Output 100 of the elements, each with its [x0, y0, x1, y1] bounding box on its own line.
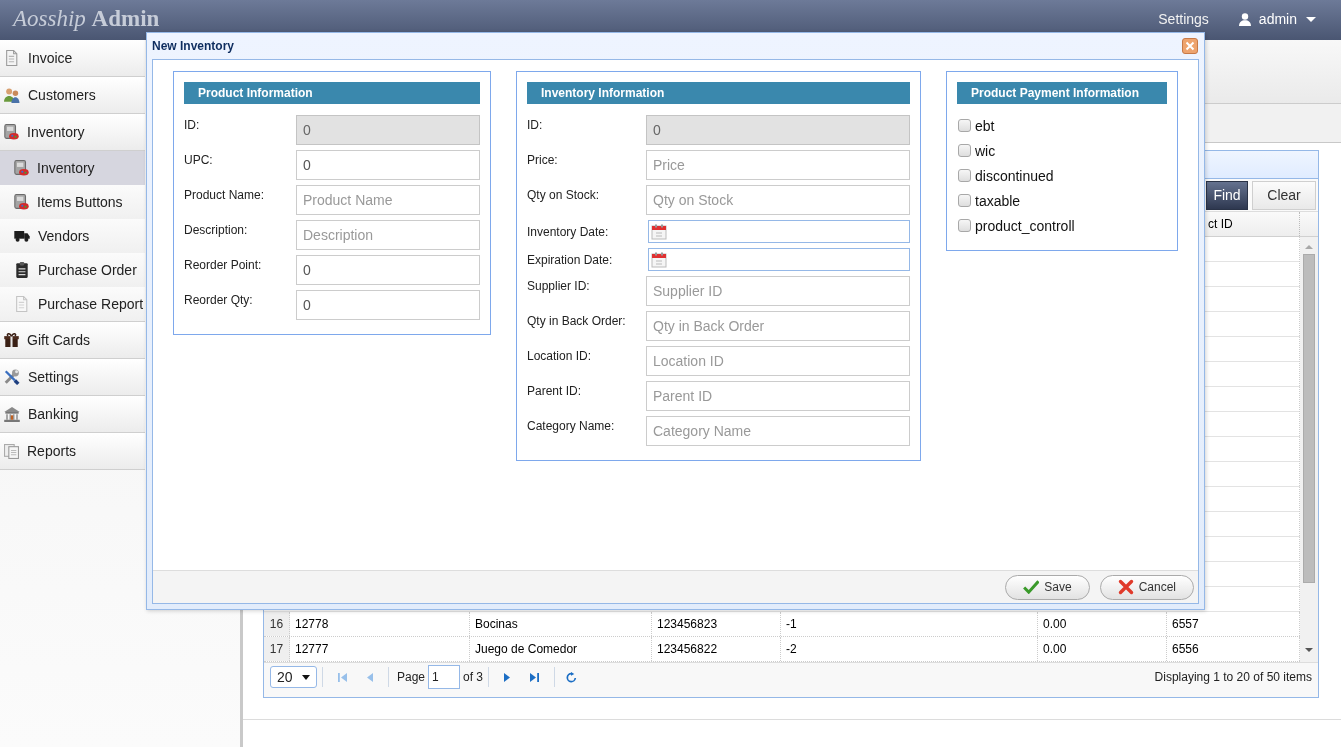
sidebar-item[interactable]: Invoice — [0, 40, 145, 77]
text-field[interactable]: Price — [646, 150, 910, 180]
field-label: UPC: — [184, 152, 214, 167]
sidebar-item[interactable]: Inventory — [0, 114, 145, 151]
field-label: Reorder Point: — [184, 257, 263, 272]
field-label: ID: — [184, 117, 201, 132]
date-field[interactable] — [648, 220, 910, 243]
table-cell: 123456822 — [652, 637, 781, 661]
field-label: Location ID: — [527, 348, 593, 363]
caret-icon — [301, 674, 310, 680]
sidebar-item[interactable]: Items Buttons — [0, 185, 145, 219]
table-cell: 12777 — [290, 637, 470, 661]
truck-icon — [14, 230, 30, 242]
table-cell: 0.00 — [1038, 612, 1167, 636]
last-page-icon[interactable] — [530, 672, 540, 682]
checkbox[interactable] — [958, 144, 971, 157]
row-number: 17 — [264, 637, 290, 661]
table-cell: 123456823 — [652, 612, 781, 636]
text-field[interactable]: 0 — [296, 255, 480, 285]
logo: Aosship Admin — [13, 6, 160, 31]
bank-icon — [4, 406, 20, 422]
cancel-button[interactable]: Cancel — [1099, 574, 1194, 600]
check-icon — [1023, 580, 1040, 594]
checkbox[interactable] — [958, 119, 971, 132]
user-icon — [1238, 12, 1251, 26]
text-field[interactable]: Qty on Stock — [646, 185, 910, 215]
section-heading: Inventory Information — [527, 82, 910, 104]
checkbox-label: taxable — [975, 192, 1021, 209]
find-button[interactable]: Find — [1206, 180, 1248, 210]
text-field[interactable]: 0 — [296, 290, 480, 320]
table-cell: Bocinas — [470, 612, 652, 636]
field-label: Expiration Date: — [527, 252, 614, 267]
documents-icon — [4, 443, 19, 459]
calendar-icon — [651, 223, 667, 240]
field-label: Product Name: — [184, 187, 266, 202]
sidebar-item[interactable]: Reports — [0, 433, 145, 470]
field-label: Qty in Back Order: — [527, 313, 627, 328]
checkbox-label: ebt — [975, 117, 995, 134]
page-field[interactable]: 1 — [428, 665, 461, 689]
dialog-title: New Inventory — [152, 39, 235, 53]
pager-summary: Displaying 1 to 20 of 50 items — [1154, 670, 1312, 684]
text-field[interactable]: Qty in Back Order — [646, 311, 910, 341]
field-label: Price: — [527, 152, 559, 167]
clear-button[interactable]: Clear — [1252, 180, 1316, 210]
section-heading: Product Payment Information — [957, 82, 1167, 104]
sidebar-item[interactable]: Customers — [0, 77, 145, 114]
sidebar-item[interactable]: Settings — [0, 359, 145, 396]
date-field[interactable] — [648, 248, 910, 271]
sidebar-item[interactable]: Gift Cards — [0, 322, 145, 359]
field-label: Parent ID: — [527, 383, 583, 398]
text-field[interactable]: Category Name — [646, 416, 910, 446]
clipboard-icon — [16, 262, 28, 278]
table-cell: 12778 — [290, 612, 470, 636]
text-field[interactable]: Location ID — [646, 346, 910, 376]
sidebar-item[interactable]: Purchase Report — [0, 287, 145, 322]
field-label: ID: — [527, 117, 544, 132]
sidebar-item[interactable]: Vendors — [0, 219, 145, 253]
sidebar-item[interactable]: Purchase Order — [0, 253, 145, 287]
next-icon[interactable] — [504, 672, 511, 682]
column-header[interactable]: ct ID — [1208, 217, 1233, 231]
close-button[interactable] — [1182, 38, 1198, 54]
text-field[interactable]: 0 — [296, 150, 480, 180]
page-size-select[interactable]: 20 — [270, 666, 317, 688]
field-label: Supplier ID: — [527, 278, 591, 293]
field-label: Category Name: — [527, 418, 616, 433]
checkbox[interactable] — [958, 169, 971, 182]
document-icon — [16, 296, 28, 312]
table-cell: -2 — [781, 637, 1038, 661]
calendar-icon — [651, 251, 667, 268]
field-label: Reorder Qty: — [184, 292, 254, 307]
text-field[interactable]: Description — [296, 220, 480, 250]
text-field[interactable]: Parent ID — [646, 381, 910, 411]
field-label: Qty on Stock: — [527, 187, 601, 202]
sidebar-item[interactable]: Inventory — [0, 151, 145, 185]
field-label: Inventory Date: — [527, 224, 610, 239]
document-icon — [6, 50, 18, 66]
gift-icon — [4, 333, 19, 347]
checkbox[interactable] — [958, 219, 971, 232]
page-label: Page — [397, 670, 426, 684]
field-label: Description: — [184, 222, 249, 237]
cabinet-icon — [14, 160, 29, 176]
page-total: of 3 — [463, 670, 484, 684]
table-cell: 0.00 — [1038, 637, 1167, 661]
close-icon — [1182, 38, 1198, 54]
checkbox[interactable] — [958, 194, 971, 207]
cross-icon — [1117, 579, 1134, 595]
checkbox-label: product_controll — [975, 217, 1075, 234]
sidebar-item[interactable]: Banking — [0, 396, 145, 433]
cabinet-icon — [4, 124, 19, 140]
tools-icon — [4, 369, 20, 385]
refresh-icon[interactable] — [566, 671, 578, 683]
settings-link[interactable]: Settings — [1158, 11, 1209, 27]
checkbox-label: discontinued — [975, 167, 1054, 184]
save-button[interactable]: Save — [1005, 574, 1090, 600]
text-field[interactable]: Product Name — [296, 185, 480, 215]
user-menu[interactable]: admin — [1238, 11, 1316, 27]
scrollbar[interactable] — [1300, 237, 1318, 662]
text-field[interactable]: Supplier ID — [646, 276, 910, 306]
checkbox-label: wic — [975, 142, 996, 159]
cabinet-icon — [14, 194, 29, 210]
